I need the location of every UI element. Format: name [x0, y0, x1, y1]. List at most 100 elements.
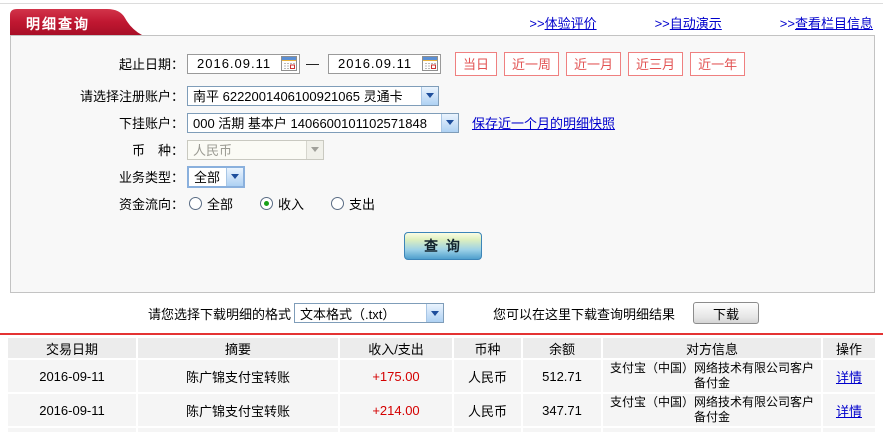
business-type-value: 全部 — [194, 170, 221, 185]
chevron-down-icon — [306, 140, 323, 159]
flow-option-label: 全部 — [207, 197, 234, 212]
header-link[interactable]: >>体验评价 — [529, 13, 596, 32]
link-label: 自动演示 — [669, 16, 722, 31]
link-prefix: >> — [654, 16, 670, 31]
cell-empty — [138, 428, 338, 432]
business-type-label: 业务类型： — [118, 170, 184, 185]
fund-flow-options: 全部 收入 支出 — [189, 194, 402, 213]
cell-action: 详情 — [823, 360, 875, 392]
cell-empty — [603, 428, 821, 432]
radio-checked-icon — [260, 197, 274, 210]
download-button[interactable]: 下载 — [693, 302, 760, 324]
table-body: 2016-09-11 陈广锦支付宝转账 +175.00 人民币 512.71 支付宝（中国… — [8, 360, 875, 432]
registered-account-value: 南平 6222001406100921065 灵通卡 — [193, 89, 403, 104]
link-prefix: >> — [529, 16, 545, 31]
link-label: 查看栏目信息 — [794, 16, 873, 31]
column-header: 币种 — [454, 338, 521, 358]
detail-link[interactable]: 详情 — [836, 404, 862, 419]
currency-label: 币 种： — [131, 143, 184, 158]
tab-detail-query[interactable]: 明细查询 — [10, 9, 142, 35]
registered-account-select[interactable]: 南平 6222001406100921065 灵通卡 — [187, 85, 439, 106]
date-range-label: 起止日期： — [118, 57, 184, 72]
cell-empty — [340, 428, 452, 432]
calendar-icon[interactable] — [281, 56, 297, 71]
cell-summary: 陈广锦支付宝转账 — [138, 360, 338, 392]
header-links: >>体验评价 >>自动演示 >>查看栏目信息 — [529, 13, 873, 32]
save-snapshot-link[interactable]: 保存近一个月的明细快照 — [472, 113, 615, 132]
date-separator: — — [306, 56, 319, 71]
table-row: 2016-09-11 陈广锦支付宝转账 +175.00 人民币 512.71 支付宝（中国… — [8, 360, 875, 392]
sub-account-label: 下挂账户： — [118, 116, 184, 131]
top-divider — [0, 3, 883, 4]
date-from-value: 2016.09.11 — [197, 56, 272, 71]
date-to-value: 2016.09.11 — [338, 56, 413, 71]
currency-select-disabled: 人民币 — [187, 139, 324, 160]
column-header: 收入/支出 — [340, 338, 452, 358]
cell-action: 详情 — [823, 394, 875, 426]
chevron-down-icon — [421, 86, 438, 105]
cell-counterparty: 支付宝（中国）网络技术有限公司客户备付金 — [603, 394, 821, 426]
cell-empty — [523, 428, 601, 432]
column-header: 对方信息 — [603, 338, 821, 358]
query-button[interactable]: 查 询 — [404, 232, 482, 260]
cell-currency: 人民币 — [454, 394, 521, 426]
cell-currency: 人民币 — [454, 360, 521, 392]
cell-date: 2016-09-11 — [8, 394, 136, 426]
quick-range-button[interactable]: 近一月 — [566, 51, 622, 76]
flow-radio-option[interactable]: 收入 — [260, 194, 304, 213]
business-type-select[interactable]: 全部 — [187, 165, 245, 188]
column-header: 余额 — [523, 338, 601, 358]
business-type-row: 业务类型： 全部 — [11, 163, 874, 190]
results-table: 交易日期 摘要 收入/支出 币种 余额 对方信息 操作 2016-09-11 陈广锦支付宝转账… — [6, 336, 877, 432]
detail-query-page: 明细查询 >>体验评价 >>自动演示 >>查看栏目信息 起止日期： 2016.09.… — [0, 0, 883, 432]
quick-range-button[interactable]: 近三月 — [628, 51, 684, 76]
column-header: 摘要 — [138, 338, 338, 358]
cell-date: 2016-09-11 — [8, 360, 136, 392]
download-format-value: 文本格式（.txt） — [300, 306, 396, 322]
date-from-input[interactable]: 2016.09.11 — [187, 53, 300, 74]
cell-empty — [823, 428, 875, 432]
cell-counterparty: 支付宝（中国）网络技术有限公司客户备付金 — [603, 360, 821, 392]
cell-summary: 陈广锦支付宝转账 — [138, 394, 338, 426]
date-to-input[interactable]: 2016.09.11 — [328, 53, 441, 74]
currency-value: 人民币 — [193, 143, 233, 158]
link-label: 体验评价 — [544, 16, 597, 31]
header-link[interactable]: >>自动演示 — [655, 13, 722, 32]
radio-icon — [331, 197, 345, 210]
header-link[interactable]: >>查看栏目信息 — [780, 13, 873, 32]
quick-range-button[interactable]: 当日 — [455, 51, 498, 76]
flow-radio-option[interactable]: 支出 — [331, 194, 375, 213]
flow-option-label: 收入 — [278, 197, 305, 212]
query-form-panel: 起止日期： 2016.09.11 — 2016.09.11 当日 近一周 近一月… — [10, 35, 875, 293]
radio-icon — [189, 197, 202, 210]
download-row: 请您选择下载明细的格式 文本格式（.txt） 您可以在这里下载查询明细结果 下载 — [0, 300, 883, 326]
table-row: 2016-09-11 陈广锦支付宝转账 +214.00 人民币 347.71 支付宝（中国… — [8, 394, 875, 426]
registered-account-row: 请选择注册账户： 南平 6222001406100921065 灵通卡 — [11, 82, 874, 109]
column-header: 操作 — [823, 338, 875, 358]
detail-link[interactable]: 详情 — [836, 370, 862, 385]
registered-account-label: 请选择注册账户： — [79, 89, 184, 104]
link-prefix: >> — [779, 16, 795, 31]
cell-empty — [8, 428, 136, 432]
flow-radio-option[interactable]: 全部 — [189, 194, 233, 213]
table-row-partial — [8, 428, 875, 432]
date-range-row: 起止日期： 2016.09.11 — 2016.09.11 当日 近一周 近一月… — [11, 50, 874, 77]
column-header: 交易日期 — [8, 338, 136, 358]
cell-balance: 512.71 — [523, 360, 601, 392]
quick-range-button[interactable]: 近一年 — [690, 51, 746, 76]
currency-row: 币 种： 人民币 — [11, 136, 874, 163]
cell-amount: +214.00 — [340, 394, 452, 426]
cell-amount: +175.00 — [340, 360, 452, 392]
download-format-select[interactable]: 文本格式（.txt） — [294, 303, 445, 323]
chevron-down-icon — [441, 113, 458, 132]
table-header-row: 交易日期 摘要 收入/支出 币种 余额 对方信息 操作 — [8, 338, 875, 358]
calendar-icon[interactable] — [422, 56, 438, 71]
chevron-down-icon — [426, 304, 444, 322]
fund-flow-row: 资金流向： 全部 收入 支出 — [11, 190, 874, 217]
sub-account-select[interactable]: 000 活期 基本户 1406600101102571848 — [187, 112, 459, 133]
quick-range-button[interactable]: 近一周 — [504, 51, 560, 76]
sub-account-value: 000 活期 基本户 1406600101102571848 — [193, 116, 427, 131]
cell-empty — [454, 428, 521, 432]
chevron-down-icon — [226, 167, 244, 186]
download-format-label: 请您选择下载明细的格式 — [148, 306, 292, 322]
